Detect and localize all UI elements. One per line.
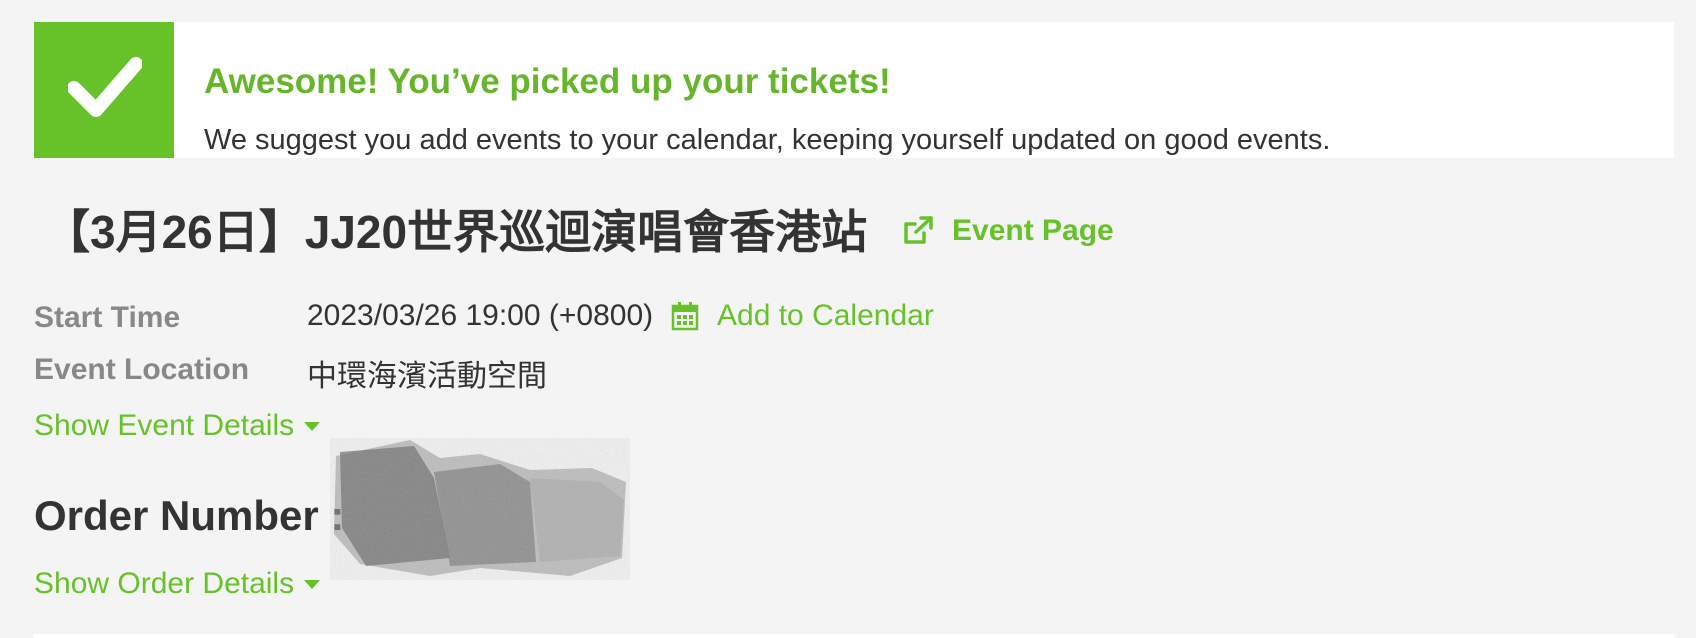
show-order-details-label: Show Order Details: [34, 567, 295, 600]
chevron-down-icon: [304, 421, 321, 431]
add-to-calendar-link[interactable]: Add to Calendar: [671, 299, 934, 333]
section-divider: [34, 634, 1674, 638]
start-time-label: Start Time: [34, 301, 181, 334]
event-page-label: Event Page: [952, 214, 1114, 247]
show-event-details-toggle[interactable]: Show Event Details: [34, 409, 321, 443]
external-link-icon: [904, 216, 933, 244]
chevron-down-icon: [304, 579, 321, 589]
event-page-link[interactable]: Event Page: [902, 214, 1114, 248]
success-check-box: [34, 22, 174, 158]
event-location-label: Event Location: [34, 353, 250, 386]
calendar-icon: [671, 302, 699, 331]
success-subtext: We suggest you add events to your calend…: [204, 124, 1331, 156]
add-to-calendar-label: Add to Calendar: [717, 299, 934, 332]
success-banner: Awesome! You’ve picked up your tickets! …: [34, 22, 1674, 158]
success-heading: Awesome! You’ve picked up your tickets!: [204, 62, 891, 101]
order-number-label: Order Number :: [34, 492, 345, 539]
show-order-details-toggle[interactable]: Show Order Details: [34, 567, 321, 601]
event-title: 【3月26日】JJ20世界巡迴演唱會香港站: [44, 206, 868, 258]
redaction-scribble: [330, 438, 630, 580]
start-time-value: 2023/03/26 19:00 (+0800): [307, 299, 654, 332]
event-location-value: 中環海濱活動空間: [307, 360, 547, 393]
show-event-details-label: Show Event Details: [34, 409, 295, 442]
check-icon: [68, 57, 142, 117]
